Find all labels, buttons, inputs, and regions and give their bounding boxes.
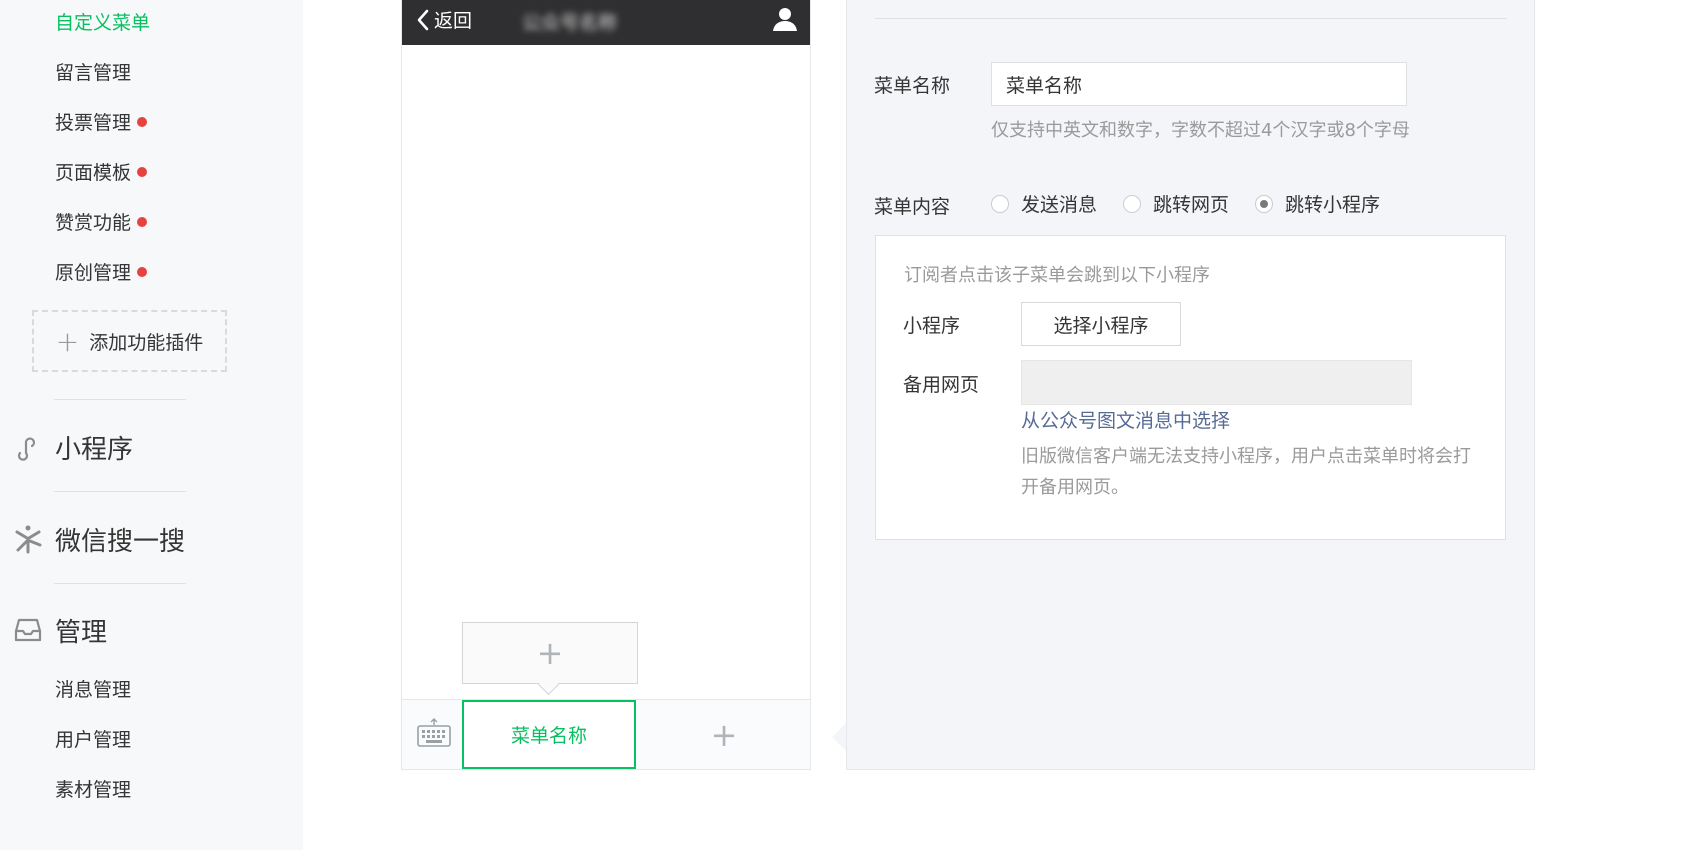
sidebar-item-comments[interactable]: 留言管理: [55, 58, 131, 88]
sidebar-item-votes[interactable]: 投票管理: [55, 108, 148, 138]
select-mini-program-button[interactable]: 选择小程序: [1021, 302, 1181, 346]
sidebar-section-mini-program[interactable]: 小程序: [0, 425, 133, 469]
sidebar-item-users[interactable]: 用户管理: [55, 725, 131, 755]
add-menu-button[interactable]: +: [638, 700, 810, 769]
new-badge-dot: [137, 166, 148, 177]
divider: [54, 491, 186, 492]
phone-menu-bar: 菜单名称 +: [402, 699, 810, 769]
sidebar-item-page-templates[interactable]: 页面模板: [55, 158, 148, 188]
add-plugin-label: 添加功能插件: [89, 331, 204, 354]
divider: [54, 399, 186, 400]
inbox-icon: [0, 617, 55, 643]
mini-program-icon: [0, 433, 55, 461]
editor-pointer-arrow: [832, 722, 847, 752]
plus-icon: +: [55, 324, 80, 358]
menu-name-hint: 仅支持中英文和数字，字数不超过4个汉字或8个字母: [991, 120, 1410, 141]
mini-program-label: 小程序: [903, 315, 961, 337]
account-name: 公众号名称: [522, 12, 618, 34]
new-badge-dot: [137, 116, 148, 127]
add-plugin-button[interactable]: + 添加功能插件: [32, 310, 227, 372]
divider: [875, 18, 1507, 19]
sidebar-section-manage[interactable]: 管理: [0, 608, 107, 652]
radio-circle-checked: [1255, 194, 1274, 213]
backup-webpage-field[interactable]: [1021, 360, 1412, 405]
profile-icon[interactable]: [772, 6, 798, 36]
new-badge-dot: [137, 216, 148, 227]
radio-send-message[interactable]: 发送消息: [991, 190, 1097, 217]
compatibility-note: 旧版微信客户端无法支持小程序，用户点击菜单时将会打开备用网页。: [1021, 446, 1471, 498]
phone-header: 返回 公众号名称: [402, 0, 810, 45]
menu-name-input[interactable]: [991, 62, 1407, 106]
chevron-left-icon: [417, 9, 429, 30]
plus-icon: +: [536, 634, 564, 672]
radio-jump-webpage[interactable]: 跳转网页: [1123, 190, 1229, 217]
sidebar-item-originals[interactable]: 原创管理: [55, 258, 148, 288]
menu-item-selected[interactable]: 菜单名称: [462, 700, 636, 769]
sidebar-item-custom-menu[interactable]: 自定义菜单: [55, 8, 150, 38]
radio-circle: [991, 194, 1009, 213]
sidebar-item-appreciation[interactable]: 赞赏功能: [55, 208, 148, 238]
radio-circle: [1123, 194, 1142, 213]
keyboard-icon[interactable]: [416, 716, 452, 754]
menu-content-radio-group: 发送消息 跳转网页 跳转小程序: [991, 190, 1406, 217]
mini-program-description: 订阅者点击该子菜单会跳到以下小程序: [904, 265, 1210, 286]
backup-webpage-label: 备用网页: [903, 374, 980, 396]
back-button[interactable]: 返回: [416, 6, 472, 33]
menu-name-label: 菜单名称: [874, 75, 951, 97]
sidebar-item-messages[interactable]: 消息管理: [55, 675, 131, 705]
radio-jump-mini-program[interactable]: 跳转小程序: [1255, 190, 1380, 217]
search-one-search-icon: [0, 523, 55, 555]
plus-icon: +: [710, 715, 738, 754]
new-badge-dot: [137, 266, 148, 277]
choose-from-articles-link[interactable]: 从公众号图文消息中选择: [1021, 406, 1230, 433]
sidebar-section-search[interactable]: 微信搜一搜: [0, 517, 185, 561]
sidebar: 自定义菜单 留言管理 投票管理 页面模板 赞赏功能 原创管理 + 添加功能插件 …: [0, 0, 303, 850]
sidebar-item-materials[interactable]: 素材管理: [55, 775, 131, 805]
menu-content-label: 菜单内容: [874, 196, 951, 218]
divider: [54, 583, 186, 584]
